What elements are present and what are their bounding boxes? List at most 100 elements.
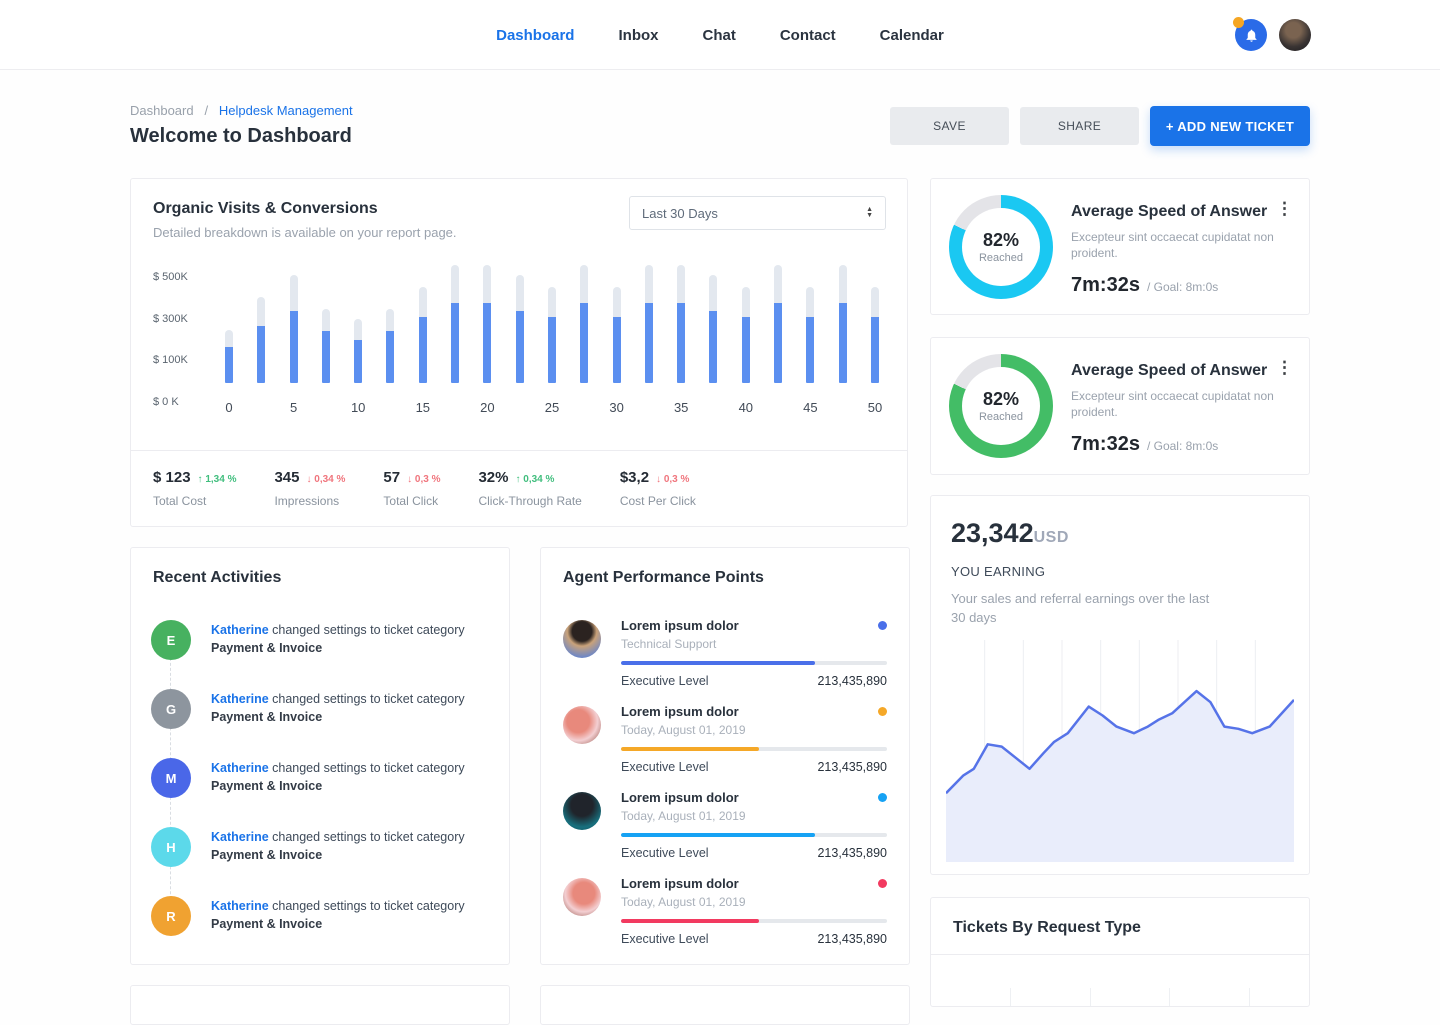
- speed-card-title: Average Speed of Answer: [1071, 203, 1293, 221]
- x-axis-tick: 20: [480, 400, 494, 415]
- speed-donut-chart-2: 82% Reached: [949, 354, 1053, 458]
- agent-row: Lorem ipsum dolorToday, August 01, 2019E…: [563, 704, 887, 774]
- agent-row: Lorem ipsum dolorToday, August 01, 2019E…: [563, 790, 887, 860]
- save-button[interactable]: SAVE: [890, 107, 1009, 145]
- activity-user[interactable]: Katherine: [211, 623, 269, 637]
- activity-category: Payment & Invoice: [211, 710, 322, 724]
- bell-icon: [1244, 28, 1259, 43]
- nav-item-contact[interactable]: Contact: [780, 27, 836, 44]
- agent-status-dot: [878, 793, 887, 802]
- activity-action: changed settings to ticket category: [269, 899, 465, 913]
- share-button[interactable]: SHARE: [1020, 107, 1139, 145]
- stat-delta: ↑ 1,34 %: [198, 474, 237, 485]
- x-axis-tick: 15: [416, 400, 430, 415]
- bar: [742, 287, 750, 383]
- agent-progress-track: [621, 833, 887, 837]
- organic-visits-card: Organic Visits & Conversions Detailed br…: [130, 178, 908, 527]
- bar: [290, 275, 298, 383]
- main-nav: Dashboard Inbox Chat Contact Calendar: [0, 0, 1440, 70]
- activity-user[interactable]: Katherine: [211, 830, 269, 844]
- bar: [677, 265, 685, 383]
- x-axis-tick: 50: [868, 400, 882, 415]
- activity-avatar: H: [151, 827, 191, 867]
- agent-progress-fill: [621, 919, 759, 923]
- agent-progress-fill: [621, 833, 815, 837]
- agent-progress-track: [621, 661, 887, 665]
- breadcrumb-dashboard[interactable]: Dashboard: [130, 103, 194, 118]
- organic-stats-row: $ 123↑ 1,34 %Total Cost345↓ 0,34 %Impres…: [131, 450, 907, 526]
- activity-user[interactable]: Katherine: [211, 899, 269, 913]
- agent-name: Lorem ipsum dolor: [621, 790, 878, 805]
- breadcrumb: Dashboard / Helpdesk Management: [130, 103, 353, 118]
- earnings-description: Your sales and referral earnings over th…: [951, 589, 1211, 627]
- speed-card-description: Excepteur sint occaecat cupidatat non pr…: [1071, 229, 1321, 261]
- agent-level-label: Executive Level: [621, 846, 817, 860]
- add-new-ticket-button[interactable]: + ADD NEW TICKET: [1150, 106, 1310, 146]
- bar: [354, 319, 362, 383]
- activity-category: Payment & Invoice: [211, 779, 322, 793]
- more-options-icon[interactable]: ⋮: [1276, 199, 1293, 219]
- bar: [419, 287, 427, 383]
- agent-level-label: Executive Level: [621, 760, 817, 774]
- breadcrumb-helpdesk[interactable]: Helpdesk Management: [219, 103, 353, 118]
- recent-activities-title: Recent Activities: [153, 569, 487, 587]
- x-axis-tick: 45: [803, 400, 817, 415]
- stat-delta: ↓ 0,34 %: [307, 474, 346, 485]
- activity-avatar: M: [151, 758, 191, 798]
- bar: [386, 309, 394, 383]
- notification-badge: [1233, 17, 1244, 28]
- nav-item-dashboard[interactable]: Dashboard: [496, 27, 574, 44]
- date-range-value: Last 30 Days: [642, 206, 866, 221]
- agent-subtitle: Technical Support: [621, 637, 887, 651]
- bar-chart-y-axis: $ 500K$ 300K$ 100K$ 0 K: [153, 265, 203, 415]
- page-title: Welcome to Dashboard: [130, 125, 352, 148]
- speed-card-title: Average Speed of Answer: [1071, 362, 1293, 380]
- agent-subtitle: Today, August 01, 2019: [621, 723, 887, 737]
- bar: [806, 287, 814, 383]
- stat-delta: ↓ 0,3 %: [656, 474, 689, 485]
- stat-value: 57: [383, 469, 400, 486]
- speed-card-description: Excepteur sint occaecat cupidatat non pr…: [1071, 388, 1321, 420]
- nav-item-chat[interactable]: Chat: [702, 27, 735, 44]
- activity-user[interactable]: Katherine: [211, 692, 269, 706]
- speed-donut-chart-1: 82% Reached: [949, 195, 1053, 299]
- agent-level-label: Executive Level: [621, 674, 817, 688]
- donut-percentage: 82%: [983, 389, 1019, 410]
- x-axis-tick: 40: [739, 400, 753, 415]
- stat-label: Impressions: [274, 494, 345, 508]
- y-axis-tick: $ 500K: [153, 271, 188, 283]
- activity-user[interactable]: Katherine: [211, 761, 269, 775]
- nav-item-inbox[interactable]: Inbox: [618, 27, 658, 44]
- speed-of-answer-card-2: 82% Reached Average Speed of Answer ⋮ Ex…: [930, 337, 1310, 475]
- stat-block: 32%↑ 0,34 %Click-Through Rate: [478, 469, 581, 508]
- x-axis-tick: 30: [609, 400, 623, 415]
- stat-block: 57↓ 0,3 %Total Click: [383, 469, 440, 508]
- activity-item: EKatherine changed settings to ticket ca…: [131, 620, 509, 660]
- date-range-select[interactable]: Last 30 Days ▲▼: [629, 196, 886, 230]
- nav-item-calendar[interactable]: Calendar: [880, 27, 944, 44]
- stat-delta: ↓ 0,3 %: [407, 474, 440, 485]
- stat-label: Click-Through Rate: [478, 494, 581, 508]
- activity-text: Katherine changed settings to ticket cat…: [211, 620, 465, 657]
- activity-category: Payment & Invoice: [211, 917, 322, 931]
- more-options-icon[interactable]: ⋮: [1276, 358, 1293, 378]
- tickets-by-request-card: Tickets By Request Type: [930, 897, 1310, 1007]
- bar: [839, 265, 847, 383]
- activity-avatar: G: [151, 689, 191, 729]
- agent-status-dot: [878, 707, 887, 716]
- bar: [483, 265, 491, 383]
- speed-value: 7m:32s: [1071, 274, 1140, 297]
- recent-activities-card: Recent Activities EKatherine changed set…: [130, 547, 510, 965]
- stat-value: 345: [274, 469, 299, 486]
- y-axis-tick: $ 300K: [153, 313, 188, 325]
- earnings-label: YOU EARNING: [951, 564, 1289, 579]
- bar-chart-bars: [225, 265, 879, 383]
- stat-label: Cost Per Click: [620, 494, 696, 508]
- tickets-card-title: Tickets By Request Type: [953, 919, 1287, 937]
- user-avatar[interactable]: [1279, 19, 1311, 51]
- x-axis-tick: 25: [545, 400, 559, 415]
- bar: [774, 265, 782, 383]
- stat-delta: ↑ 0,34 %: [516, 474, 555, 485]
- agent-name: Lorem ipsum dolor: [621, 618, 878, 633]
- bar: [613, 287, 621, 383]
